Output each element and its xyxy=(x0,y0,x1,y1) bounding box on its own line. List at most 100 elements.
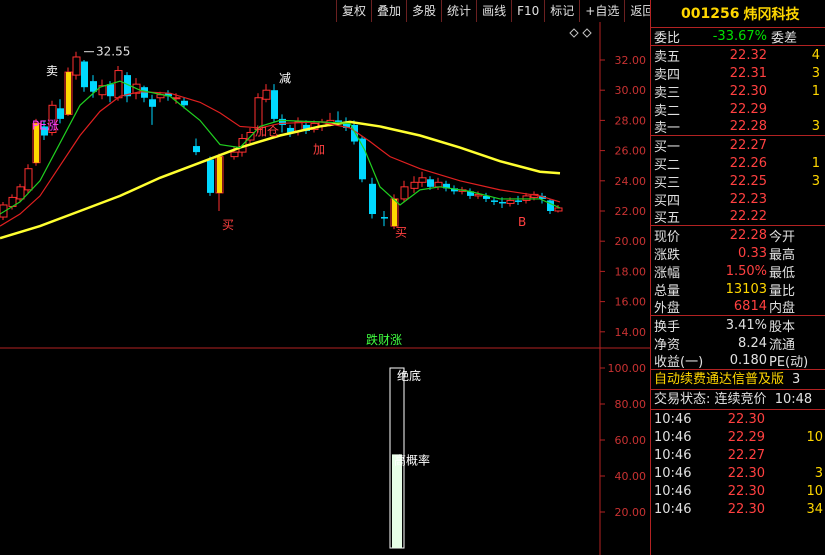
stats-label: 涨跌 xyxy=(654,247,681,263)
diamond-icon xyxy=(569,28,579,38)
candle-body xyxy=(506,199,515,204)
signal-mark: 买 xyxy=(395,226,407,240)
buy-row[interactable]: 买三 22.25 3 xyxy=(651,172,825,191)
candle-body xyxy=(369,183,376,215)
stock-title[interactable]: 001256 炜冈科技 xyxy=(651,0,825,28)
sell-price: 22.31 xyxy=(729,65,767,81)
kline-chart[interactable]: 32.00 30.00 28.00 26.00 24.00 22.00 20.00 18.00… xyxy=(0,22,650,555)
buy-price: 22.27 xyxy=(729,137,767,153)
buy-row[interactable]: 买二 22.26 1 xyxy=(651,154,825,173)
sell-row[interactable]: 卖三 22.30 1 xyxy=(651,82,825,101)
tick-time: 10:46 xyxy=(654,411,692,427)
stats-row: 涨幅 1.50% 最低 xyxy=(651,262,825,281)
buy-row[interactable]: 买四 22.23 xyxy=(651,190,825,209)
stats2-value: 3.41% xyxy=(725,317,767,333)
stats2-book: 换手 3.41% 股本 净资 8.24 流通 收益(一) 0.180 PE(动) xyxy=(651,316,825,370)
price-tick-label: 28.00 xyxy=(615,114,647,127)
sell-volume: 1 xyxy=(811,83,820,99)
tick-volume: 3 xyxy=(814,465,823,481)
buy-volume: 1 xyxy=(811,155,820,171)
tick-time: 10:46 xyxy=(654,483,692,499)
toolbar-button-6[interactable]: 标记 xyxy=(544,0,580,22)
stats2-label: 换手 xyxy=(654,319,681,335)
chart-area[interactable]: 32.00 30.00 28.00 26.00 24.00 22.00 20.00 18.00… xyxy=(0,22,650,555)
buy-label: 买二 xyxy=(654,157,681,173)
candle-body xyxy=(359,138,366,180)
toolbar-button-2[interactable]: 多股 xyxy=(406,0,442,22)
signal-mark: B xyxy=(518,215,526,229)
toolbar-button-3[interactable]: 统计 xyxy=(441,0,477,22)
stats-row: 外盘 6814 内盘 xyxy=(651,298,825,316)
buy-row[interactable]: 买一 22.27 xyxy=(651,136,825,155)
stats2-label: 收益(一) xyxy=(654,355,704,370)
candle-body xyxy=(72,56,81,76)
tick-price: 22.30 xyxy=(727,465,765,481)
sell-row[interactable]: 卖五 22.32 4 xyxy=(651,46,825,65)
status-label: 交易状态: xyxy=(654,392,711,407)
stats2-label2: PE(动) xyxy=(769,355,809,370)
tick-time: 10:46 xyxy=(654,501,692,517)
sell-label: 卖五 xyxy=(654,49,681,65)
tick-row: 10:46 22.30 xyxy=(651,410,825,428)
stats2-value: 8.24 xyxy=(738,335,767,351)
toolbar-button-4[interactable]: 画线 xyxy=(476,0,512,22)
stats2-label2: 股本 xyxy=(769,319,796,335)
candle-body xyxy=(16,186,25,200)
buy-label: 买五 xyxy=(654,211,681,226)
candle-body xyxy=(107,84,114,97)
candle-body xyxy=(207,159,214,193)
price-tick-label: 24.00 xyxy=(615,175,647,188)
sell-label: 卖一 xyxy=(654,121,681,136)
buy-price: 22.25 xyxy=(729,173,767,189)
stats2-label2: 流通 xyxy=(769,337,796,353)
candle-body xyxy=(410,181,419,189)
weibi-row: 委比 -33.67% 委差 xyxy=(651,28,825,46)
signal-mark: 减 xyxy=(279,72,291,86)
sell-row[interactable]: 卖四 22.31 3 xyxy=(651,64,825,83)
buy-row[interactable]: 买五 22.22 xyxy=(651,208,825,226)
marquee-text[interactable]: 自动续费通达信普及版 3 xyxy=(651,370,825,390)
sell-row[interactable]: 卖一 22.28 3 xyxy=(651,118,825,136)
toolbar-button-7[interactable]: +自选 xyxy=(579,0,625,22)
ma-long-line xyxy=(0,120,561,240)
price-tick-label: 16.00 xyxy=(615,296,647,309)
candle-body xyxy=(193,146,200,153)
buy-volume: 3 xyxy=(811,173,820,189)
candle-body xyxy=(515,200,522,202)
marquee-tail: 3 xyxy=(792,372,801,387)
high-price-label: 32.55 xyxy=(96,45,130,59)
tick-price: 22.27 xyxy=(727,447,765,463)
sell-volume: 3 xyxy=(811,119,820,134)
candle-body xyxy=(24,168,33,191)
buy-label: 买三 xyxy=(654,175,681,191)
diamond-icon xyxy=(582,28,592,38)
sell-volume: 4 xyxy=(811,47,820,63)
toolbar-button-0[interactable]: 复权 xyxy=(336,0,372,22)
tick-time: 10:46 xyxy=(654,465,692,481)
sell-price: 22.28 xyxy=(729,119,767,134)
buy-book: 买一 22.27 买二 22.26 1 买三 22.25 3 买四 22.23 买五 22.22 xyxy=(651,136,825,226)
candle-body xyxy=(434,181,443,188)
tick-price: 22.29 xyxy=(727,429,765,445)
tick-time: 10:46 xyxy=(654,447,692,463)
stats-label2: 最高 xyxy=(769,247,796,263)
stats-value: 22.28 xyxy=(729,227,767,243)
sell-label: 卖三 xyxy=(654,85,681,101)
stats-value: 13103 xyxy=(725,281,767,297)
stats-label2: 量比 xyxy=(769,283,796,299)
tick-list[interactable]: 10:46 22.30 10:46 22.29 10 10:46 22.27 10:46 22.… xyxy=(651,410,825,518)
sell-row[interactable]: 卖二 22.29 xyxy=(651,100,825,119)
price-tick-label: 32.00 xyxy=(615,54,647,67)
toolbar-button-1[interactable]: 叠加 xyxy=(371,0,407,22)
stats-label: 现价 xyxy=(654,229,681,245)
toolbar-button-5[interactable]: F10 xyxy=(511,0,545,22)
ma-mid-line xyxy=(0,91,561,227)
tick-price: 22.30 xyxy=(727,411,765,427)
candle-body xyxy=(491,200,498,202)
indicator-tick-label: 80.00 xyxy=(615,398,647,411)
stats-label2: 内盘 xyxy=(769,301,796,316)
signal-mark: 买 xyxy=(222,218,234,232)
stats2-row: 收益(一) 0.180 PE(动) xyxy=(651,352,825,370)
sell-volume: 3 xyxy=(811,65,820,81)
stats-value: 0.33 xyxy=(738,245,767,261)
